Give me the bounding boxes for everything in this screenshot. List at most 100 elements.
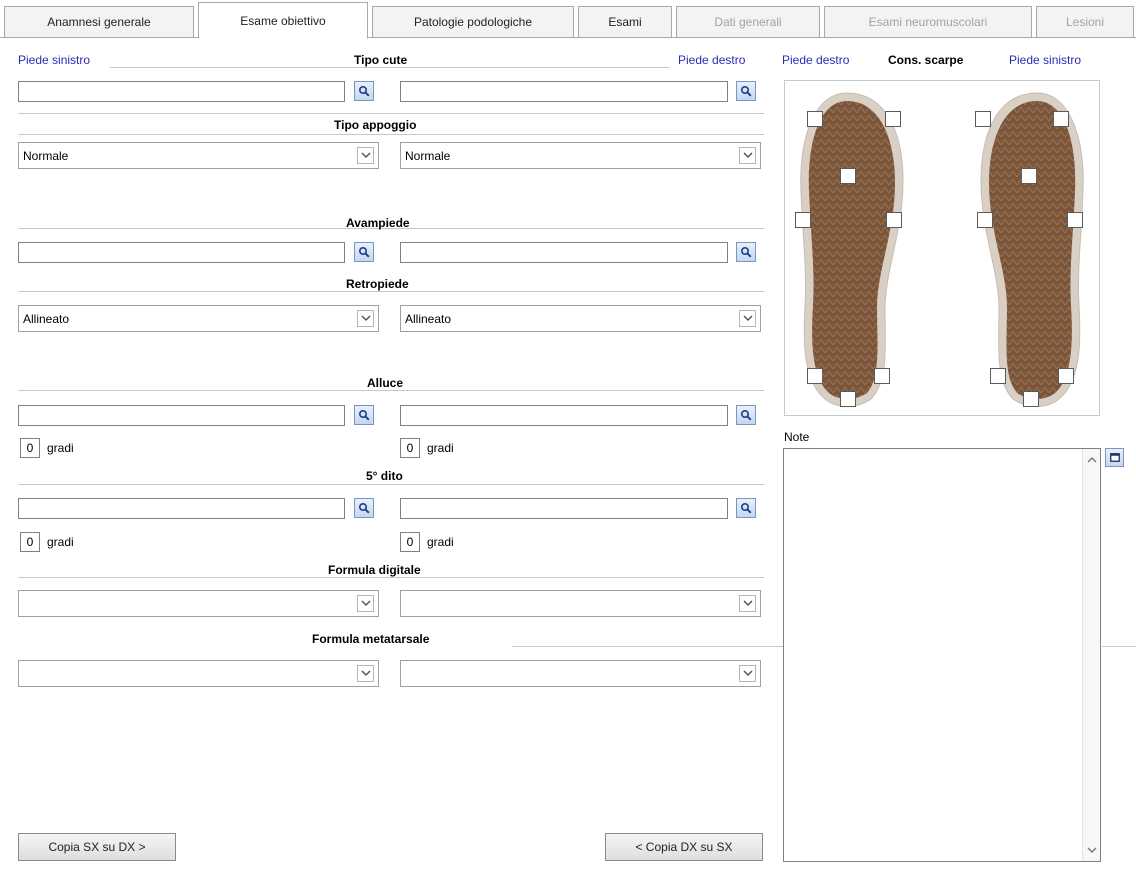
tab-label: Patologie podologiche [413, 15, 533, 29]
retropiede-right-select[interactable]: Allineato [400, 305, 761, 332]
tab-esami[interactable]: Esami [578, 6, 672, 38]
section-heading-alluce: Alluce [367, 376, 404, 390]
tipo-cute-right-input[interactable] [400, 81, 728, 102]
tab-esame-obiettivo[interactable]: Esame obiettivo [198, 2, 368, 39]
wear-point-handle[interactable] [1067, 212, 1083, 228]
scroll-down-icon[interactable] [1083, 843, 1101, 857]
select-value: Normale [405, 148, 451, 163]
tab-label: Esami [608, 15, 642, 29]
tab-label: Esami neuromuscolari [868, 15, 988, 29]
tab-label: Anamnesi generale [47, 15, 151, 29]
notes-scrollbar[interactable] [1082, 449, 1100, 861]
shoes-left-foot-link[interactable]: Piede sinistro [1009, 53, 1081, 67]
section-heading-tipo-appoggio: Tipo appoggio [334, 118, 417, 132]
chevron-down-icon[interactable] [357, 147, 374, 164]
wear-point-handle[interactable] [795, 212, 811, 228]
formula-metatarsale-left-select[interactable] [18, 660, 379, 687]
shoe-wear-image-panel [784, 80, 1100, 416]
wear-point-handle[interactable] [840, 168, 856, 184]
wear-point-handle[interactable] [874, 368, 890, 384]
chevron-down-icon[interactable] [739, 665, 756, 682]
chevron-down-icon[interactable] [739, 310, 756, 327]
tab-patologie-podologiche[interactable]: Patologie podologiche [372, 6, 574, 38]
wear-point-handle[interactable] [1023, 391, 1039, 407]
avampiede-left-input[interactable] [18, 242, 345, 263]
alluce-left-gradi-input[interactable]: 0 [20, 438, 40, 458]
chevron-down-icon[interactable] [357, 595, 374, 612]
copy-dx-to-sx-button[interactable]: < Copia DX su SX [605, 833, 763, 861]
tipo-cute-left-search-button[interactable] [354, 81, 374, 101]
quinto-dito-right-search-button[interactable] [736, 498, 756, 518]
magnifier-icon [740, 502, 752, 514]
tab-bar: Anamnesi generale Esame obiettivo Patolo… [0, 0, 1136, 39]
chevron-down-icon[interactable] [739, 147, 756, 164]
formula-metatarsale-right-select[interactable] [400, 660, 761, 687]
wear-point-handle[interactable] [807, 368, 823, 384]
quinto-dito-left-input[interactable] [18, 498, 345, 519]
section-heading-tipo-cute: Tipo cute [354, 53, 408, 67]
tab-divider [0, 37, 1136, 38]
tipo-appoggio-left-select[interactable]: Normale [18, 142, 379, 169]
alluce-right-input[interactable] [400, 405, 728, 426]
divider [512, 646, 784, 647]
gradi-label: gradi [427, 535, 454, 549]
alluce-left-input[interactable] [18, 405, 345, 426]
tab-label: Esame obiettivo [240, 13, 326, 28]
notes-textarea[interactable] [783, 448, 1101, 862]
shoes-right-foot-link[interactable]: Piede destro [782, 53, 849, 67]
tipo-cute-left-input[interactable] [18, 81, 345, 102]
divider [18, 113, 764, 114]
section-heading-formula-metatarsale: Formula metatarsale [312, 632, 430, 646]
magnifier-icon [740, 246, 752, 258]
magnifier-icon [358, 502, 370, 514]
avampiede-right-search-button[interactable] [736, 242, 756, 262]
gradi-label: gradi [427, 441, 454, 455]
retropiede-left-select[interactable]: Allineato [18, 305, 379, 332]
wear-point-handle[interactable] [977, 212, 993, 228]
divider [110, 67, 670, 68]
tab-dati-generali[interactable]: Dati generali [676, 6, 820, 38]
wear-point-handle[interactable] [807, 111, 823, 127]
section-heading-avampiede: Avampiede [346, 216, 410, 230]
alluce-right-search-button[interactable] [736, 405, 756, 425]
quinto-dito-right-gradi-input[interactable]: 0 [400, 532, 420, 552]
tab-esami-neuromuscolari[interactable]: Esami neuromuscolari [824, 6, 1032, 38]
wear-point-handle[interactable] [990, 368, 1006, 384]
wear-point-handle[interactable] [1058, 368, 1074, 384]
alluce-left-search-button[interactable] [354, 405, 374, 425]
alluce-right-gradi-input[interactable]: 0 [400, 438, 420, 458]
chevron-down-icon[interactable] [357, 310, 374, 327]
tab-anamnesi-generale[interactable]: Anamnesi generale [4, 6, 194, 38]
tab-lesioni[interactable]: Lesioni [1036, 6, 1134, 38]
wear-point-handle[interactable] [1021, 168, 1037, 184]
chevron-down-icon[interactable] [357, 665, 374, 682]
wear-point-handle[interactable] [886, 212, 902, 228]
notes-maximize-button[interactable] [1105, 448, 1124, 467]
copy-sx-to-dx-button[interactable]: Copia SX su DX > [18, 833, 176, 861]
tipo-appoggio-right-select[interactable]: Normale [400, 142, 761, 169]
chevron-down-icon[interactable] [739, 595, 756, 612]
wear-point-handle[interactable] [885, 111, 901, 127]
avampiede-right-input[interactable] [400, 242, 728, 263]
wear-point-handle[interactable] [840, 391, 856, 407]
right-foot-link[interactable]: Piede destro [678, 53, 745, 67]
quinto-dito-left-search-button[interactable] [354, 498, 374, 518]
wear-point-handle[interactable] [1053, 111, 1069, 127]
select-value: Allineato [405, 311, 452, 326]
quinto-dito-left-gradi-input[interactable]: 0 [20, 532, 40, 552]
shoes-title: Cons. scarpe [888, 53, 964, 67]
gradi-label: gradi [47, 441, 74, 455]
formula-digitale-right-select[interactable] [400, 590, 761, 617]
scroll-up-icon[interactable] [1083, 453, 1101, 467]
section-heading-quinto-dito: 5° dito [366, 469, 403, 483]
avampiede-left-search-button[interactable] [354, 242, 374, 262]
formula-digitale-left-select[interactable] [18, 590, 379, 617]
notes-label: Note [784, 430, 810, 444]
select-value: Allineato [23, 311, 70, 326]
divider [18, 134, 764, 135]
wear-point-handle[interactable] [975, 111, 991, 127]
tipo-cute-right-search-button[interactable] [736, 81, 756, 101]
left-foot-link[interactable]: Piede sinistro [18, 53, 90, 67]
quinto-dito-right-input[interactable] [400, 498, 728, 519]
magnifier-icon [358, 246, 370, 258]
